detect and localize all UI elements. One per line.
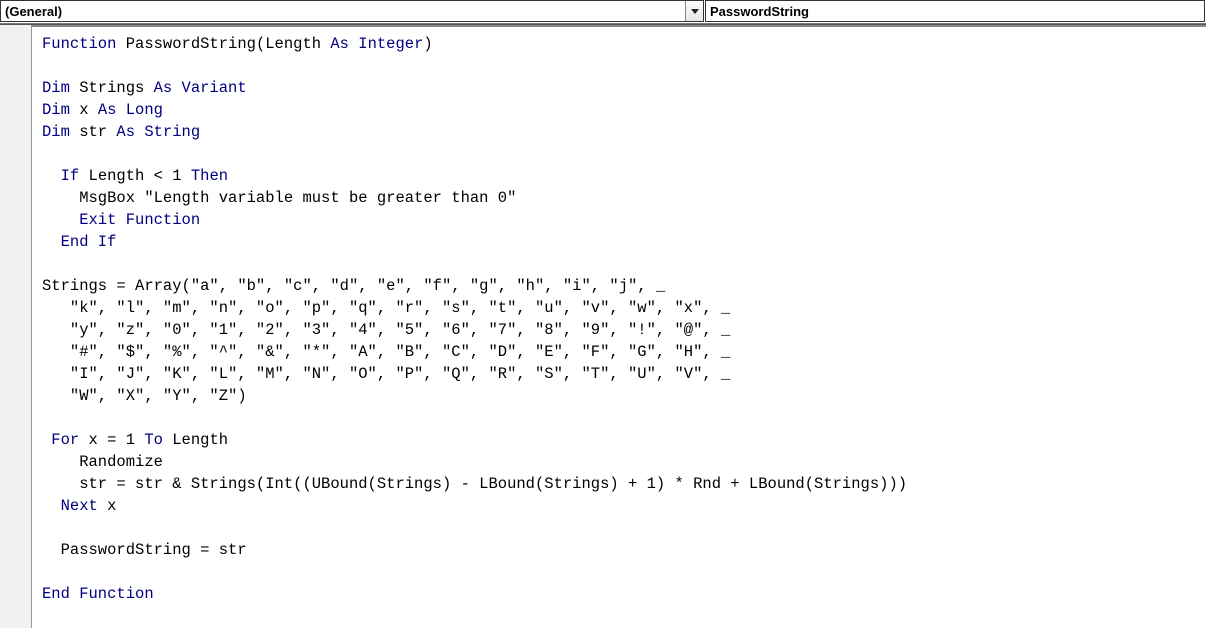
margin-indicator-bar [0, 25, 32, 628]
kw-end-function: End Function [42, 585, 154, 603]
code-text: Strings = Array("a", "b", "c", "d", "e",… [42, 277, 665, 295]
kw-exit-function: Exit Function [42, 211, 200, 229]
code-text: Length [163, 431, 228, 449]
object-dropdown[interactable]: (General) [0, 0, 704, 22]
kw-if: If [42, 167, 79, 185]
code-text: str = str & Strings(Int((UBound(Strings)… [42, 475, 907, 493]
code-text: Strings [70, 79, 154, 97]
code-text: "k", "l", "m", "n", "o", "p", "q", "r", … [42, 299, 730, 317]
code-text: "y", "z", "0", "1", "2", "3", "4", "5", … [42, 321, 730, 339]
kw-as-long: As Long [98, 101, 163, 119]
code-text: "W", "X", "Y", "Z") [42, 387, 247, 405]
kw-end-if: End If [42, 233, 116, 251]
kw-dim: Dim [42, 101, 70, 119]
kw-for: For [42, 431, 79, 449]
kw-as-variant: As Variant [154, 79, 247, 97]
code-text: x [70, 101, 98, 119]
code-text: "#", "$", "%", "^", "&", "*", "A", "B", … [42, 343, 730, 361]
kw-next: Next [42, 497, 98, 515]
kw-function: Function [42, 35, 116, 53]
procedure-dropdown[interactable]: PasswordString [705, 0, 1205, 22]
code-editor: Function PasswordString(Length As Intege… [0, 24, 1206, 628]
code-text: "I", "J", "K", "L", "M", "N", "O", "P", … [42, 365, 730, 383]
code-text: MsgBox "Length variable must be greater … [42, 189, 516, 207]
code-pane[interactable]: Function PasswordString(Length As Intege… [32, 27, 1206, 605]
object-dropdown-value: (General) [5, 4, 62, 19]
vbe-dropdown-bar: (General) PasswordString [0, 0, 1206, 24]
kw-then: Then [191, 167, 228, 185]
kw-as-integer: As Integer [330, 35, 423, 53]
kw-dim: Dim [42, 79, 70, 97]
code-text: x [98, 497, 117, 515]
code-text: PasswordString(Length [116, 35, 330, 53]
code-text: x = 1 [79, 431, 144, 449]
code-text: Randomize [42, 453, 163, 471]
kw-as-string: As String [116, 123, 200, 141]
code-text: Length < 1 [79, 167, 191, 185]
kw-dim: Dim [42, 123, 70, 141]
code-text: str [70, 123, 117, 141]
kw-to: To [144, 431, 163, 449]
code-text: PasswordString = str [42, 541, 247, 559]
code-text: ) [423, 35, 432, 53]
procedure-dropdown-value: PasswordString [710, 4, 809, 19]
object-dropdown-arrow[interactable] [685, 1, 703, 21]
